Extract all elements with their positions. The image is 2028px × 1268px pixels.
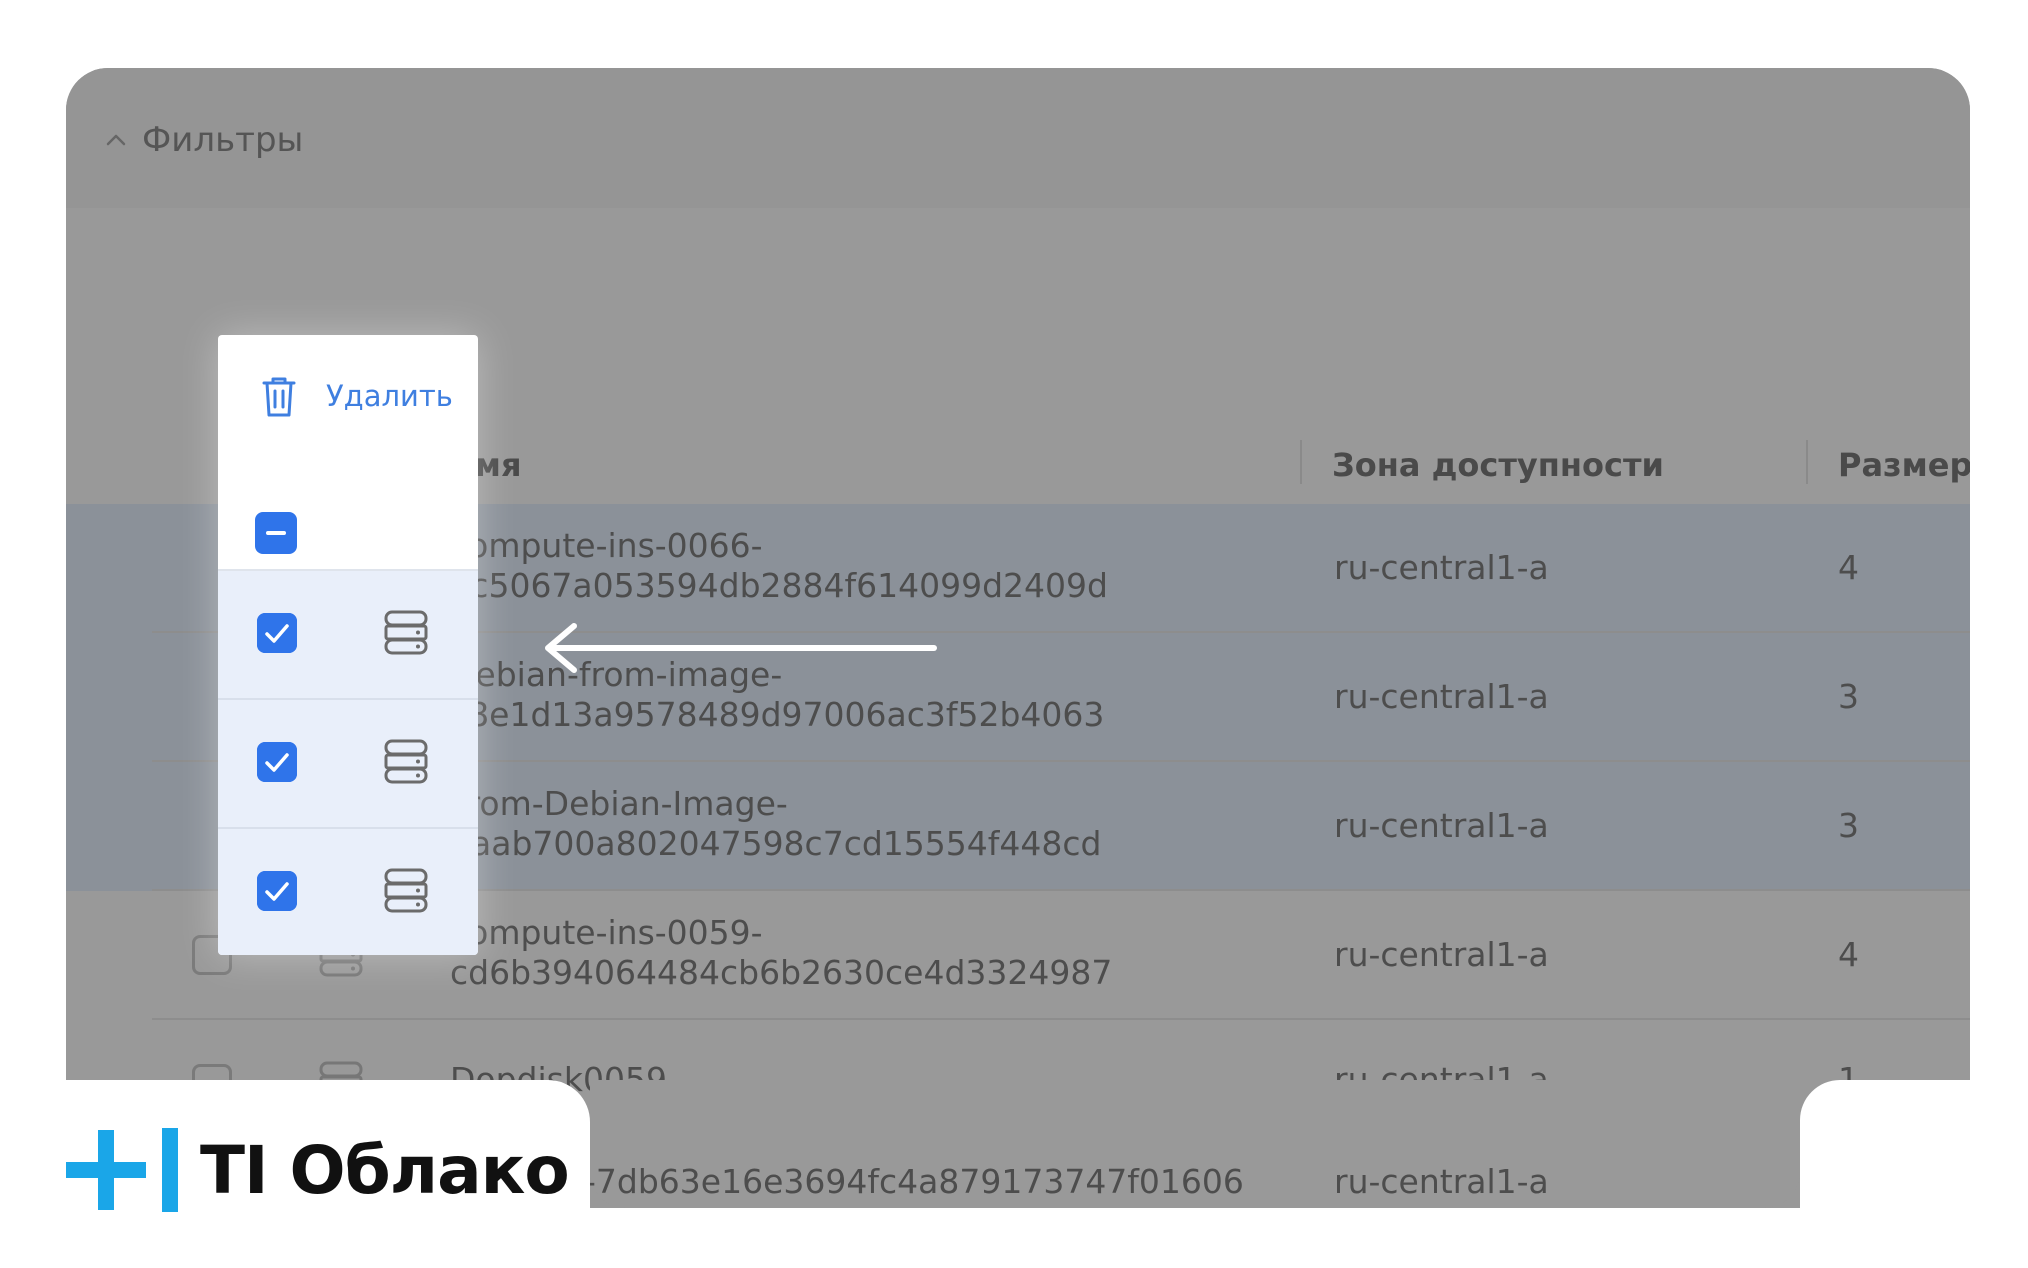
size-cell: 4 [1838,548,1859,587]
disk-icon [384,610,428,655]
column-header-zone[interactable]: Зона доступности [1332,446,1664,484]
trash-icon[interactable] [260,375,298,419]
disk-name[interactable]: compute-ins-0059- cd6b394064484cb6b2630c… [450,913,1112,993]
size-cell: 3 [1838,806,1859,845]
disk-name[interactable]: compute-ins-0066- ec5067a053594db2884f61… [450,526,1108,606]
disk-name[interactable]: -7db63e16e3694fc4a879173747f01606 [584,1162,1244,1201]
delete-button[interactable]: Удалить [326,379,453,413]
column-divider [1300,440,1302,484]
chevron-up-icon [106,134,126,146]
brand-name: TI Облако [200,1132,570,1209]
size-cell: 4 [1838,935,1859,974]
zone-cell: ru-central1-a [1334,935,1549,974]
zone-cell: ru-central1-a [1334,677,1549,716]
brand-logo: TI Облако [0,1080,590,1268]
row-checkbox-checked[interactable] [257,871,297,911]
column-divider [1806,440,1808,484]
zone-cell: ru-central1-a [1334,548,1549,587]
selected-row-controls [218,700,478,829]
select-all-checkbox[interactable] [255,512,297,554]
row-checkbox-checked[interactable] [257,742,297,782]
zone-cell: ru-central1-a [1334,1162,1549,1201]
arrow-left-icon [545,623,937,673]
filters-label: Фильтры [142,120,304,160]
disks-panel: Фильтры Имя Зона доступности Размер, com… [66,68,1970,1208]
disk-icon [384,868,428,913]
selected-row-controls [218,829,478,955]
selected-row-controls [218,571,478,700]
table-row[interactable]: -7db63e16e3694fc4a879173747f01606 ru-cen… [584,1080,1800,1208]
zone-cell: ru-central1-a [1334,806,1549,845]
disk-icon [384,739,428,784]
filters-toggle[interactable]: Фильтры [66,68,1970,208]
size-cell: 3 [1838,677,1859,716]
column-header-size[interactable]: Размер, [1838,446,1970,484]
logo-bar [162,1128,178,1212]
disk-name[interactable]: From-Debian-Image- 3aab700a802047598c7cd… [450,784,1101,864]
bulk-actions-card: Удалить [218,335,478,955]
row-checkbox-checked[interactable] [257,613,297,653]
